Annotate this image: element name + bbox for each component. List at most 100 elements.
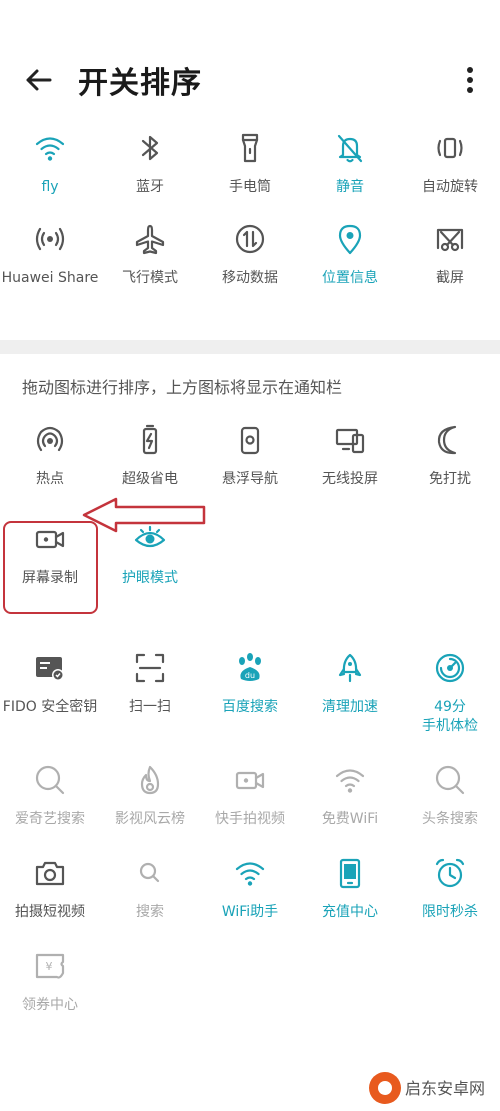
tile-label: FIDO 安全密钥 xyxy=(2,699,98,715)
tile-moon[interactable]: 免打扰 xyxy=(400,420,500,489)
wifi-icon xyxy=(30,128,70,168)
video-camera-icon xyxy=(230,760,270,800)
tile-wifi-assistant[interactable]: WiFi助手 xyxy=(200,853,300,922)
tile-wifi-gray[interactable]: 免费WiFi xyxy=(300,760,400,829)
annotation-arrow-icon xyxy=(82,497,206,533)
tile-huawei-share[interactable]: Huawei Share xyxy=(0,219,100,288)
tile-wireless-projection[interactable]: 无线投屏 xyxy=(300,420,400,489)
tile-label: 免费WiFi xyxy=(321,811,379,827)
tile-label: 位置信息 xyxy=(322,270,378,286)
tile-label: 护眼模式 xyxy=(122,570,178,586)
huawei-share-icon xyxy=(30,219,70,259)
tile-label: 清理加速 xyxy=(322,699,378,715)
checkup-gauge-icon xyxy=(430,648,470,688)
floating-nav-icon xyxy=(230,420,270,460)
tile-hotspot[interactable]: 热点 xyxy=(0,420,100,489)
tile-bluetooth[interactable]: 蓝牙 xyxy=(100,128,200,197)
sort-hint: 拖动图标进行排序，上方图标将显示在通知栏 xyxy=(22,378,343,397)
tile-fido-card[interactable]: FIDO 安全密钥 xyxy=(0,648,100,736)
coupon-icon: ¥ xyxy=(30,946,70,986)
tile-label: 扫一扫 xyxy=(129,699,171,715)
tile-mobile-data[interactable]: 移动数据 xyxy=(200,219,300,288)
tile-label: 搜索 xyxy=(136,904,164,920)
mobile-data-icon xyxy=(230,219,270,259)
bell-off-icon xyxy=(330,128,370,168)
tile-label: 限时秒杀 xyxy=(422,904,478,920)
airplane-icon xyxy=(130,219,170,259)
tile-label: 手电筒 xyxy=(229,179,271,195)
svg-text:¥: ¥ xyxy=(46,960,53,973)
tile-airplane[interactable]: 飞行模式 xyxy=(100,219,200,288)
back-arrow-icon[interactable] xyxy=(22,64,54,96)
tile-coupon[interactable]: ¥ 领券中心 xyxy=(0,946,100,1015)
watermark-text: 启东安卓网 xyxy=(405,1079,485,1098)
fido-card-icon xyxy=(30,648,70,688)
more-vertical-icon[interactable] xyxy=(460,64,480,96)
bluetooth-icon xyxy=(130,128,170,168)
auto-rotate-icon xyxy=(430,128,470,168)
alarm-clock-icon xyxy=(430,853,470,893)
tile-scan[interactable]: 扫一扫 xyxy=(100,648,200,736)
battery-saver-icon xyxy=(130,420,170,460)
tile-label: fly xyxy=(41,179,59,195)
tile-label: 移动数据 xyxy=(222,270,278,286)
moon-icon xyxy=(430,420,470,460)
tile-label: 拍摄短视频 xyxy=(15,904,85,920)
camera-icon xyxy=(30,853,70,893)
tile-label: 49分 手机体检 xyxy=(422,699,478,734)
tile-checkup-gauge[interactable]: 49分 手机体检 xyxy=(400,648,500,736)
search-small-icon xyxy=(130,853,170,893)
tile-label: 快手拍视频 xyxy=(215,811,285,827)
tile-label: 爱奇艺搜索 xyxy=(15,811,85,827)
search-icon xyxy=(30,760,70,800)
wifi-assistant-icon xyxy=(230,853,270,893)
tile-screenshot[interactable]: 截屏 xyxy=(400,219,500,288)
page-title: 开关排序 xyxy=(78,66,202,101)
watermark-logo: 启东安卓网 xyxy=(369,1072,485,1104)
location-pin-icon xyxy=(330,219,370,259)
tile-bell-off[interactable]: 静音 xyxy=(300,128,400,197)
rocket-icon xyxy=(330,648,370,688)
hotspot-icon xyxy=(30,420,70,460)
tile-baidu-paw[interactable]: du 百度搜索 xyxy=(200,648,300,736)
tile-camera[interactable]: 拍摄短视频 xyxy=(0,853,100,922)
screenshot-icon xyxy=(430,219,470,259)
tile-label: 悬浮导航 xyxy=(222,471,278,487)
tile-label: 百度搜索 xyxy=(222,699,278,715)
tile-rocket[interactable]: 清理加速 xyxy=(300,648,400,736)
tile-label: Huawei Share xyxy=(1,270,99,286)
tile-flashlight[interactable]: 手电筒 xyxy=(200,128,300,197)
tile-video-camera[interactable]: 快手拍视频 xyxy=(200,760,300,829)
scan-icon xyxy=(130,648,170,688)
tile-label: 影视风云榜 xyxy=(115,811,185,827)
tile-label: 充值中心 xyxy=(322,904,378,920)
tile-label: 领券中心 xyxy=(22,997,78,1013)
tile-battery-saver[interactable]: 超级省电 xyxy=(100,420,200,489)
tile-alarm-clock[interactable]: 限时秒杀 xyxy=(400,853,500,922)
active-tiles-grid: fly 蓝牙 手电筒 静音 自动旋转 Huawei Share 飞行模式 移动数据 位置信息 截屏 xyxy=(0,128,500,288)
tile-floating-nav[interactable]: 悬浮导航 xyxy=(200,420,300,489)
divider xyxy=(0,340,500,354)
tile-label: 免打扰 xyxy=(429,471,471,487)
wireless-projection-icon xyxy=(330,420,370,460)
tile-auto-rotate[interactable]: 自动旋转 xyxy=(400,128,500,197)
tile-search-gray[interactable]: 头条搜索 xyxy=(400,760,500,829)
recharge-phone-icon xyxy=(330,853,370,893)
tile-search-small[interactable]: 搜索 xyxy=(100,853,200,922)
tile-wifi[interactable]: fly xyxy=(0,128,100,197)
tile-label: 超级省电 xyxy=(122,471,178,487)
tile-flame[interactable]: 影视风云榜 xyxy=(100,760,200,829)
tile-location-pin[interactable]: 位置信息 xyxy=(300,219,400,288)
tile-label: WiFi助手 xyxy=(221,904,279,920)
tile-recharge-phone[interactable]: 充值中心 xyxy=(300,853,400,922)
tile-label: 无线投屏 xyxy=(322,471,378,487)
flame-icon xyxy=(130,760,170,800)
baidu-paw-icon: du xyxy=(230,648,270,688)
tile-label: 飞行模式 xyxy=(122,270,178,286)
tile-search[interactable]: 爱奇艺搜索 xyxy=(0,760,100,829)
tile-label: 自动旋转 xyxy=(422,179,478,195)
tile-label: 静音 xyxy=(336,179,364,195)
tile-label: 热点 xyxy=(36,471,64,487)
flashlight-icon xyxy=(230,128,270,168)
tile-label: 截屏 xyxy=(436,270,464,286)
